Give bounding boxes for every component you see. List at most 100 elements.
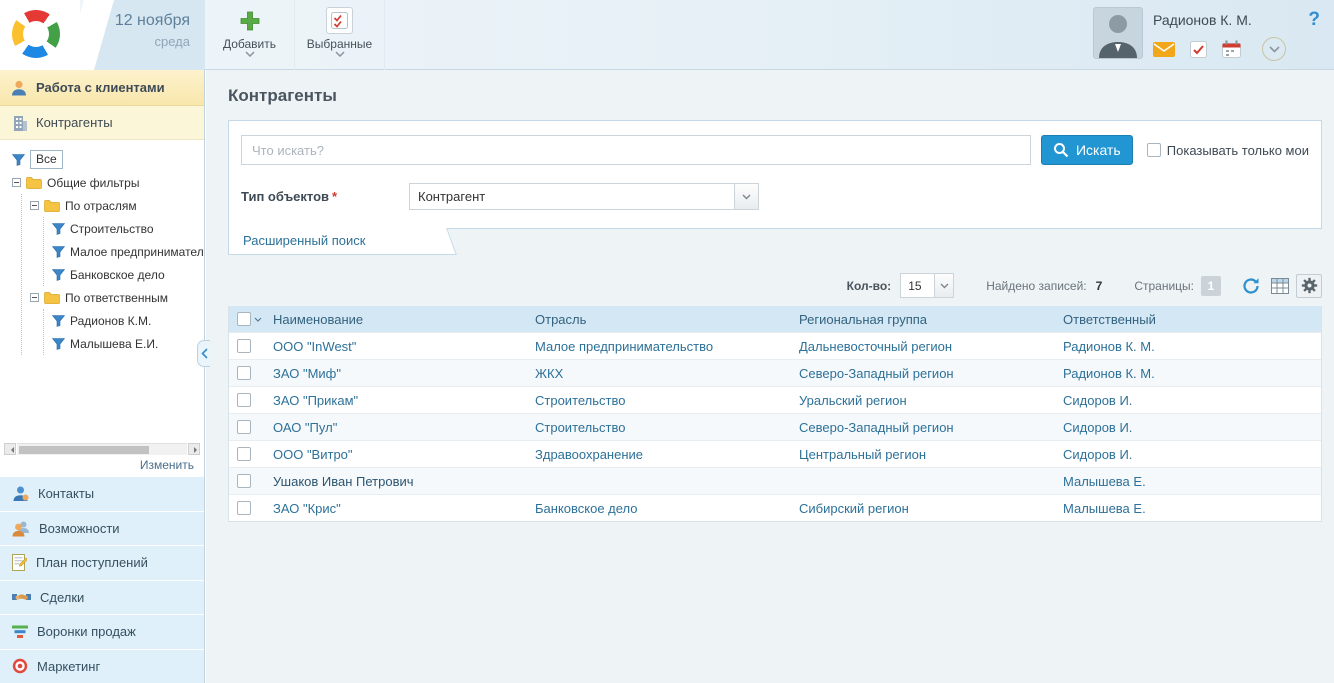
cell-region[interactable]: Сибирский регион (791, 501, 1055, 516)
sidebar-item-sales-funnels[interactable]: Воронки продаж (0, 614, 204, 649)
contacts-icon (12, 485, 29, 502)
export-table-button[interactable] (1267, 274, 1293, 298)
advanced-search-tab[interactable]: Расширенный поиск (228, 228, 442, 255)
chevron-down-icon[interactable] (734, 184, 758, 209)
chevron-down-icon[interactable] (934, 274, 953, 297)
calendar-icon[interactable] (1222, 40, 1241, 58)
cell-region[interactable]: Центральный регион (791, 447, 1055, 462)
object-type-select[interactable]: Контрагент (409, 183, 759, 210)
sidebar-item-deals[interactable]: Сделки (0, 580, 204, 615)
tree-filter-malysheva[interactable]: Малышева Е.И. (52, 332, 204, 355)
cell-owner[interactable]: Радионов К. М. (1055, 339, 1321, 354)
cell-region[interactable]: Северо-Западный регион (791, 366, 1055, 381)
page-size-select[interactable]: 15 (900, 273, 954, 298)
collapse-expander-icon[interactable] (12, 178, 21, 187)
scrollbar-track[interactable] (17, 443, 187, 455)
tree-filter-banking[interactable]: Банковское дело (52, 263, 204, 286)
collapse-expander-icon[interactable] (30, 293, 39, 302)
chevron-down-icon[interactable] (254, 317, 262, 322)
sidebar-item-contacts[interactable]: Контакты (0, 476, 204, 511)
column-header-industry[interactable]: Отрасль (527, 312, 791, 327)
cell-name[interactable]: ООО "InWest" (265, 339, 527, 354)
cell-industry[interactable]: Малое предпринимательство (527, 339, 791, 354)
sidebar-item-counterparties[interactable]: Контрагенты (0, 106, 204, 140)
table-row: ООО "InWest"Малое предпринимательствоДал… (229, 332, 1321, 359)
sidebar-item-opportunities[interactable]: Возможности (0, 511, 204, 546)
user-menu-chevron-icon[interactable] (1262, 37, 1286, 61)
refresh-button[interactable] (1238, 274, 1264, 298)
sidebar-section-label: Работа с клиентами (36, 80, 165, 95)
funnel-icon (52, 269, 65, 281)
sidebar-section-clients[interactable]: Работа с клиентами (0, 70, 204, 106)
mail-icon[interactable] (1153, 42, 1175, 57)
sidebar-item-marketing[interactable]: Маркетинг (0, 649, 204, 683)
row-checkbox[interactable] (237, 420, 251, 434)
tree-folder-common-filters[interactable]: Общие фильтры (8, 171, 204, 194)
help-button[interactable]: ? (1308, 9, 1320, 31)
row-checkbox[interactable] (237, 366, 251, 380)
settings-button[interactable] (1296, 274, 1322, 298)
cell-industry[interactable]: Банковское дело (527, 501, 791, 516)
row-select-cell (229, 339, 265, 353)
cell-owner[interactable]: Сидоров И. (1055, 393, 1321, 408)
cell-name[interactable]: ЗАО "Прикам" (265, 393, 527, 408)
tree-folder-by-owner[interactable]: По ответственным (30, 286, 204, 309)
cell-name[interactable]: ОАО "Пул" (265, 420, 527, 435)
select-all-checkbox[interactable] (237, 312, 251, 326)
row-checkbox[interactable] (237, 501, 251, 515)
add-button[interactable]: Добавить (205, 0, 295, 70)
scrollbar-thumb[interactable] (19, 446, 149, 454)
cell-industry[interactable]: Строительство (527, 420, 791, 435)
row-select-cell (229, 366, 265, 380)
cell-name[interactable]: ЗАО "Миф" (265, 366, 527, 381)
cell-region[interactable]: Северо-Западный регион (791, 420, 1055, 435)
cell-name[interactable]: ООО "Витро" (265, 447, 527, 462)
cell-name[interactable]: Ушаков Иван Петрович (265, 474, 527, 489)
user-name[interactable]: Радионов К. М. (1153, 12, 1286, 28)
avatar[interactable] (1093, 7, 1143, 59)
selected-button[interactable]: Выбранные (295, 0, 385, 70)
column-header-owner[interactable]: Ответственный (1055, 312, 1321, 327)
row-checkbox[interactable] (237, 447, 251, 461)
only-mine-checkbox[interactable] (1147, 143, 1161, 157)
row-checkbox[interactable] (237, 393, 251, 407)
cell-region[interactable]: Уральский регион (791, 393, 1055, 408)
cell-owner[interactable]: Сидоров И. (1055, 447, 1321, 462)
cell-owner[interactable]: Сидоров И. (1055, 420, 1321, 435)
cell-region[interactable]: Дальневосточный регион (791, 339, 1055, 354)
page-number-button[interactable]: 1 (1201, 276, 1221, 296)
topbar-actions: Добавить Выбранные (205, 0, 385, 70)
table-row: ЗАО "Миф"ЖКХСеверо-Западный регионРадион… (229, 359, 1321, 386)
search-button[interactable]: Искать (1041, 135, 1133, 165)
cell-industry[interactable]: Здравоохранение (527, 447, 791, 462)
app-logo[interactable] (12, 10, 60, 58)
row-checkbox[interactable] (237, 339, 251, 353)
cell-owner[interactable]: Малышева Е. (1055, 474, 1321, 489)
cell-industry[interactable]: Строительство (527, 393, 791, 408)
person-icon (10, 79, 28, 97)
row-checkbox[interactable] (237, 474, 251, 488)
edit-filters-link[interactable]: Изменить (0, 456, 204, 476)
cell-name[interactable]: ЗАО "Крис" (265, 501, 527, 516)
tree-filter-construction[interactable]: Строительство (52, 217, 204, 240)
search-input[interactable] (241, 135, 1031, 165)
tree-item-all[interactable]: Все (8, 148, 204, 171)
only-mine-toggle[interactable]: Показывать только мои (1147, 143, 1309, 158)
object-type-label-text: Тип объектов (241, 189, 329, 204)
sidebar-collapse-handle[interactable] (197, 340, 210, 367)
tasks-icon[interactable] (1190, 41, 1207, 58)
tree-filter-small-business[interactable]: Малое предпринимательство (52, 240, 204, 263)
column-header-region[interactable]: Региональная группа (791, 312, 1055, 327)
tree-filter-radionov[interactable]: Радионов К.М. (52, 309, 204, 332)
cell-industry[interactable]: ЖКХ (527, 366, 791, 381)
scroll-left-arrow[interactable] (4, 443, 16, 455)
sidebar-item-payment-plan[interactable]: План поступлений (0, 545, 204, 580)
cell-owner[interactable]: Радионов К. М. (1055, 366, 1321, 381)
required-mark: * (332, 189, 337, 204)
tree-folder-by-industry[interactable]: По отраслям (30, 194, 204, 217)
scroll-right-arrow[interactable] (188, 443, 200, 455)
collapse-expander-icon[interactable] (30, 201, 39, 210)
cell-owner[interactable]: Малышева Е. (1055, 501, 1321, 516)
pages-label: Страницы: (1134, 279, 1194, 293)
column-header-name[interactable]: Наименование (265, 312, 527, 327)
